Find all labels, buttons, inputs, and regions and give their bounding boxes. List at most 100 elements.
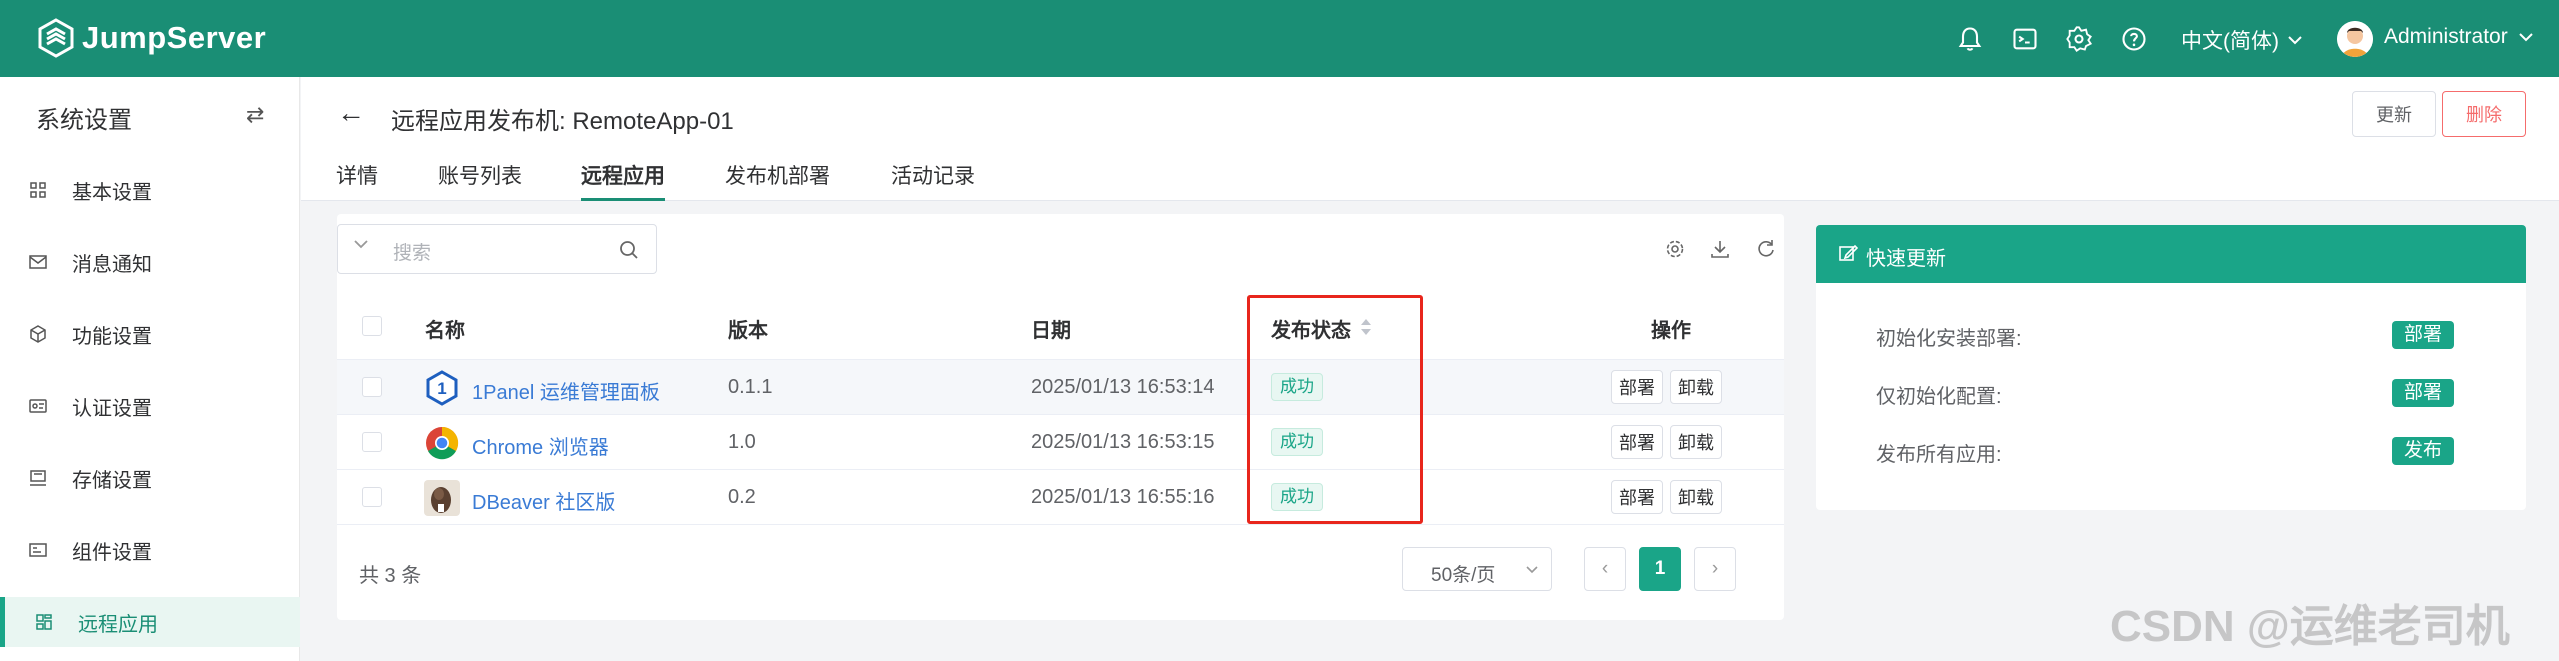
quick-update-label: 发布所有应用: <box>1876 444 2002 466</box>
terminal-icon[interactable] <box>2011 25 2039 53</box>
page-title: 远程应用发布机: RemoteApp-01 <box>391 108 734 135</box>
publish-all-button[interactable]: 发布 <box>2392 437 2455 465</box>
avatar[interactable] <box>2337 21 2373 57</box>
user-avatar-icon <box>2337 21 2373 57</box>
page-size-select[interactable]: 50条/页 <box>1402 547 1552 591</box>
gear-icon[interactable] <box>2065 25 2093 53</box>
brand-logo[interactable]: JumpServer <box>36 18 266 58</box>
search-input[interactable]: 搜索 <box>337 224 657 274</box>
page-header: ← 远程应用发布机: RemoteApp-01 更新 删除 详情 账号列表 远程… <box>301 77 2559 201</box>
apps-table-card: 搜索 名称 版本 日期 发布状态 操作 1 1Panel 运维管理面板 0.1.… <box>337 214 1784 620</box>
row-checkbox[interactable] <box>362 432 382 452</box>
quick-update-title: 快速更新 <box>1866 248 1946 270</box>
config-deploy-button[interactable]: 部署 <box>2392 379 2455 407</box>
app-date: 2025/01/13 16:53:15 <box>1031 431 1215 453</box>
cube-icon <box>30 325 46 343</box>
table-row[interactable]: Chrome 浏览器 1.0 2025/01/13 16:53:15 成功 部署… <box>337 415 1784 470</box>
swap-icon[interactable]: ⇄ <box>246 102 264 128</box>
sidebar-item-components[interactable]: 组件设置 <box>0 525 300 575</box>
sidebar-item-features[interactable]: 功能设置 <box>0 309 300 359</box>
edit-icon <box>1839 244 1858 261</box>
select-all-checkbox[interactable] <box>362 316 382 336</box>
total-count: 共 3 条 <box>359 565 422 587</box>
row-checkbox[interactable] <box>362 377 382 397</box>
next-page-button[interactable]: › <box>1694 547 1736 591</box>
deploy-button[interactable]: 部署 <box>1611 480 1663 514</box>
user-name: Administrator <box>2384 25 2508 48</box>
sidebar-item-basic[interactable]: 基本设置 <box>0 165 300 215</box>
app-name[interactable]: 1Panel 运维管理面板 <box>472 376 660 405</box>
sidebar-item-label: 远程应用 <box>78 613 158 636</box>
settings-icon[interactable] <box>1664 238 1686 260</box>
sidebar-item-label: 存储设置 <box>72 469 152 492</box>
app-version: 0.2 <box>728 486 756 508</box>
sidebar-item-storage[interactable]: 存储设置 <box>0 453 300 503</box>
svg-text:1: 1 <box>437 379 446 398</box>
tab-remote-apps[interactable]: 远程应用 <box>581 160 665 201</box>
app-date: 2025/01/13 16:53:14 <box>1031 376 1215 398</box>
storage-icon <box>30 470 46 486</box>
help-icon[interactable] <box>2120 25 2148 53</box>
page-size-label: 50条/页 <box>1431 565 1496 586</box>
tab-host-deploy[interactable]: 发布机部署 <box>725 160 830 201</box>
chrome-app-icon <box>426 426 459 460</box>
mail-icon <box>29 255 47 269</box>
jumpserver-logo-icon <box>38 18 74 58</box>
bell-icon[interactable] <box>1956 25 1984 53</box>
tab-details[interactable]: 详情 <box>336 160 378 201</box>
init-deploy-button[interactable]: 部署 <box>2392 321 2455 349</box>
sidebar-item-label: 组件设置 <box>72 541 152 564</box>
table-row[interactable]: DBeaver 社区版 0.2 2025/01/13 16:55:16 成功 部… <box>337 470 1784 525</box>
app-name[interactable]: Chrome 浏览器 <box>472 431 609 460</box>
quick-update-label: 初始化安装部署: <box>1876 328 2022 350</box>
quick-update-panel: 快速更新 初始化安装部署: 部署 仅初始化配置: 部署 发布所有应用: 发布 <box>1816 225 2526 510</box>
download-icon[interactable] <box>1709 238 1731 260</box>
grid-icon <box>30 182 46 198</box>
user-menu[interactable]: Administrator <box>2384 25 2534 49</box>
table-header: 名称 版本 日期 发布状态 操作 <box>337 292 1784 360</box>
refresh-icon[interactable] <box>1755 238 1777 260</box>
update-button[interactable]: 更新 <box>2352 91 2436 137</box>
sort-icon[interactable] <box>1359 316 1373 338</box>
chevron-down-icon <box>2288 36 2302 45</box>
sidebar-item-auth[interactable]: 认证设置 <box>0 381 300 431</box>
tab-activity[interactable]: 活动记录 <box>891 160 975 201</box>
table-row[interactable]: 1 1Panel 运维管理面板 0.1.1 2025/01/13 16:53:1… <box>337 360 1784 415</box>
row-checkbox[interactable] <box>362 487 382 507</box>
uninstall-button[interactable]: 卸载 <box>1670 370 1722 404</box>
sidebar: 系统设置 ⇄ 基本设置 消息通知 功能设置 认证设置 存储设置 组件设置 远程应… <box>0 77 300 661</box>
search-placeholder: 搜索 <box>393 243 432 264</box>
prev-page-button[interactable]: ‹ <box>1584 547 1626 591</box>
1panel-app-icon: 1 <box>426 370 458 406</box>
back-arrow-icon[interactable]: ← <box>337 97 365 129</box>
app-name[interactable]: DBeaver 社区版 <box>472 486 615 515</box>
deploy-button[interactable]: 部署 <box>1611 425 1663 459</box>
search-icon[interactable] <box>618 239 640 261</box>
component-icon <box>29 543 47 557</box>
watermark: CSDN @运维老司机 <box>2110 602 2510 651</box>
column-version: 版本 <box>728 320 768 342</box>
status-badge: 成功 <box>1271 483 1323 511</box>
column-status[interactable]: 发布状态 <box>1271 314 1351 343</box>
chevron-down-icon <box>1526 566 1538 574</box>
brand-name: JumpServer <box>82 20 267 55</box>
delete-button[interactable]: 删除 <box>2442 91 2526 137</box>
sidebar-item-notification[interactable]: 消息通知 <box>0 237 300 287</box>
deploy-button[interactable]: 部署 <box>1611 370 1663 404</box>
sidebar-item-label: 认证设置 <box>72 397 152 420</box>
language-label: 中文(简体) <box>2181 30 2279 53</box>
uninstall-button[interactable]: 卸载 <box>1670 425 1722 459</box>
quick-update-header: 快速更新 <box>1816 225 2526 283</box>
column-date: 日期 <box>1031 320 1071 342</box>
language-selector[interactable]: 中文(简体) <box>2181 25 2303 55</box>
quick-update-label: 仅初始化配置: <box>1876 386 2002 408</box>
column-actions: 操作 <box>1651 320 1691 342</box>
uninstall-button[interactable]: 卸载 <box>1670 480 1722 514</box>
chevron-down-icon[interactable] <box>352 237 370 251</box>
sidebar-item-remote-apps[interactable]: 远程应用 <box>0 597 300 647</box>
column-name: 名称 <box>425 320 465 342</box>
page-number[interactable]: 1 <box>1639 547 1681 591</box>
chevron-down-icon <box>2518 33 2533 42</box>
tab-accounts[interactable]: 账号列表 <box>438 160 522 201</box>
sidebar-item-label: 基本设置 <box>72 181 152 204</box>
